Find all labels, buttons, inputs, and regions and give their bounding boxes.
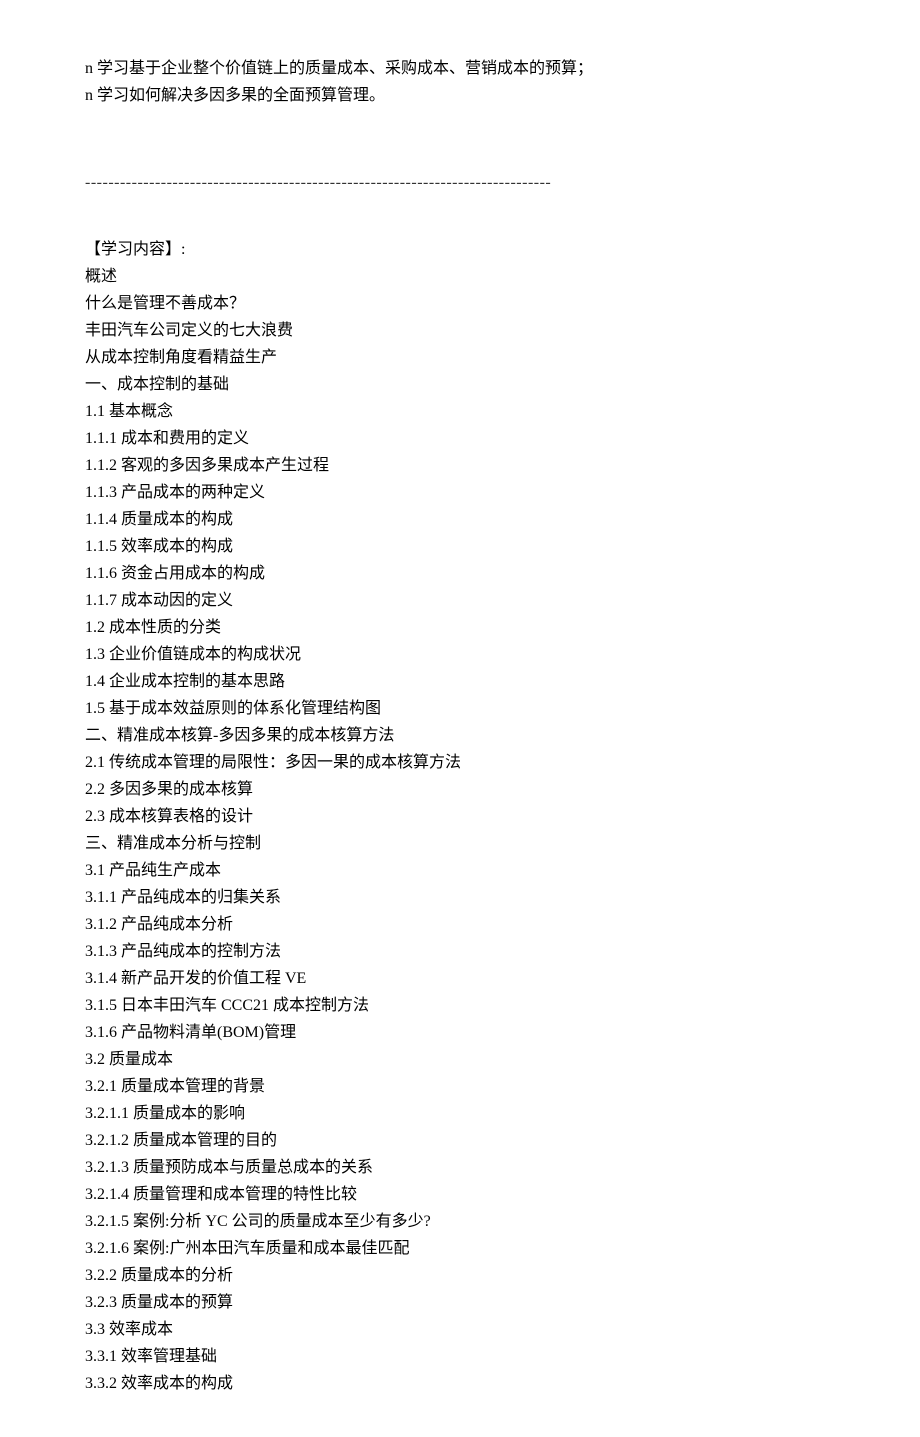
content-line: 1.1.6 资金占用成本的构成 bbox=[85, 560, 835, 587]
content-line: 一、成本控制的基础 bbox=[85, 371, 835, 398]
intro-line: n 学习基于企业整个价值链上的质量成本、采购成本、营销成本的预算； bbox=[85, 55, 835, 82]
content-line: 3.2.1.1 质量成本的影响 bbox=[85, 1100, 835, 1127]
content-line: 什么是管理不善成本？ bbox=[85, 290, 835, 317]
content-line: 1.1.5 效率成本的构成 bbox=[85, 533, 835, 560]
content-line: 3.1.4 新产品开发的价值工程 VE bbox=[85, 965, 835, 992]
content-line: 3.2.1.3 质量预防成本与质量总成本的关系 bbox=[85, 1154, 835, 1181]
content-line: 1.1.2 客观的多因多果成本产生过程 bbox=[85, 452, 835, 479]
content-line: 2.2 多因多果的成本核算 bbox=[85, 776, 835, 803]
content-line: 3.3.1 效率管理基础 bbox=[85, 1343, 835, 1370]
content-line: 2.1 传统成本管理的局限性：多因一果的成本核算方法 bbox=[85, 749, 835, 776]
section-divider: ----------------------------------------… bbox=[85, 169, 835, 196]
content-line: 3.2.1.6 案例:广州本田汽车质量和成本最佳匹配 bbox=[85, 1235, 835, 1262]
content-line: 2.3 成本核算表格的设计 bbox=[85, 803, 835, 830]
content-line: 3.2 质量成本 bbox=[85, 1046, 835, 1073]
content-line: 3.2.1.4 质量管理和成本管理的特性比较 bbox=[85, 1181, 835, 1208]
content-line: 3.2.1 质量成本管理的背景 bbox=[85, 1073, 835, 1100]
content-line: 从成本控制角度看精益生产 bbox=[85, 344, 835, 371]
content-line: 1.3 企业价值链成本的构成状况 bbox=[85, 641, 835, 668]
content-line: 3.1.6 产品物料清单(BOM)管理 bbox=[85, 1019, 835, 1046]
content-line: 1.1.7 成本动因的定义 bbox=[85, 587, 835, 614]
content-line: 3.3 效率成本 bbox=[85, 1316, 835, 1343]
content-line: 1.2 成本性质的分类 bbox=[85, 614, 835, 641]
content-line: 3.1.1 产品纯成本的归集关系 bbox=[85, 884, 835, 911]
content-line: 3.2.2 质量成本的分析 bbox=[85, 1262, 835, 1289]
intro-line: n 学习如何解决多因多果的全面预算管理。 bbox=[85, 82, 835, 109]
content-line: 3.2.1.5 案例:分析 YC 公司的质量成本至少有多少? bbox=[85, 1208, 835, 1235]
content-line: 3.1.5 日本丰田汽车 CCC21 成本控制方法 bbox=[85, 992, 835, 1019]
content-line: 3.1 产品纯生产成本 bbox=[85, 857, 835, 884]
content-line: 3.1.2 产品纯成本分析 bbox=[85, 911, 835, 938]
content-line: 1.4 企业成本控制的基本思路 bbox=[85, 668, 835, 695]
content-line: 1.1.1 成本和费用的定义 bbox=[85, 425, 835, 452]
content-line: 丰田汽车公司定义的七大浪费 bbox=[85, 317, 835, 344]
content-line: 1.5 基于成本效益原则的体系化管理结构图 bbox=[85, 695, 835, 722]
content-line: 概述 bbox=[85, 263, 835, 290]
content-line: 三、精准成本分析与控制 bbox=[85, 830, 835, 857]
content-line: 1.1.4 质量成本的构成 bbox=[85, 506, 835, 533]
content-line: 3.1.3 产品纯成本的控制方法 bbox=[85, 938, 835, 965]
section-title: 【学习内容】: bbox=[85, 236, 835, 263]
content-line: 3.2.3 质量成本的预算 bbox=[85, 1289, 835, 1316]
document-page: n 学习基于企业整个价值链上的质量成本、采购成本、营销成本的预算； n 学习如何… bbox=[0, 0, 920, 1437]
content-line: 3.2.1.2 质量成本管理的目的 bbox=[85, 1127, 835, 1154]
content-line: 1.1 基本概念 bbox=[85, 398, 835, 425]
content-line: 1.1.3 产品成本的两种定义 bbox=[85, 479, 835, 506]
content-line: 二、精准成本核算-多因多果的成本核算方法 bbox=[85, 722, 835, 749]
content-line: 3.3.2 效率成本的构成 bbox=[85, 1370, 835, 1397]
